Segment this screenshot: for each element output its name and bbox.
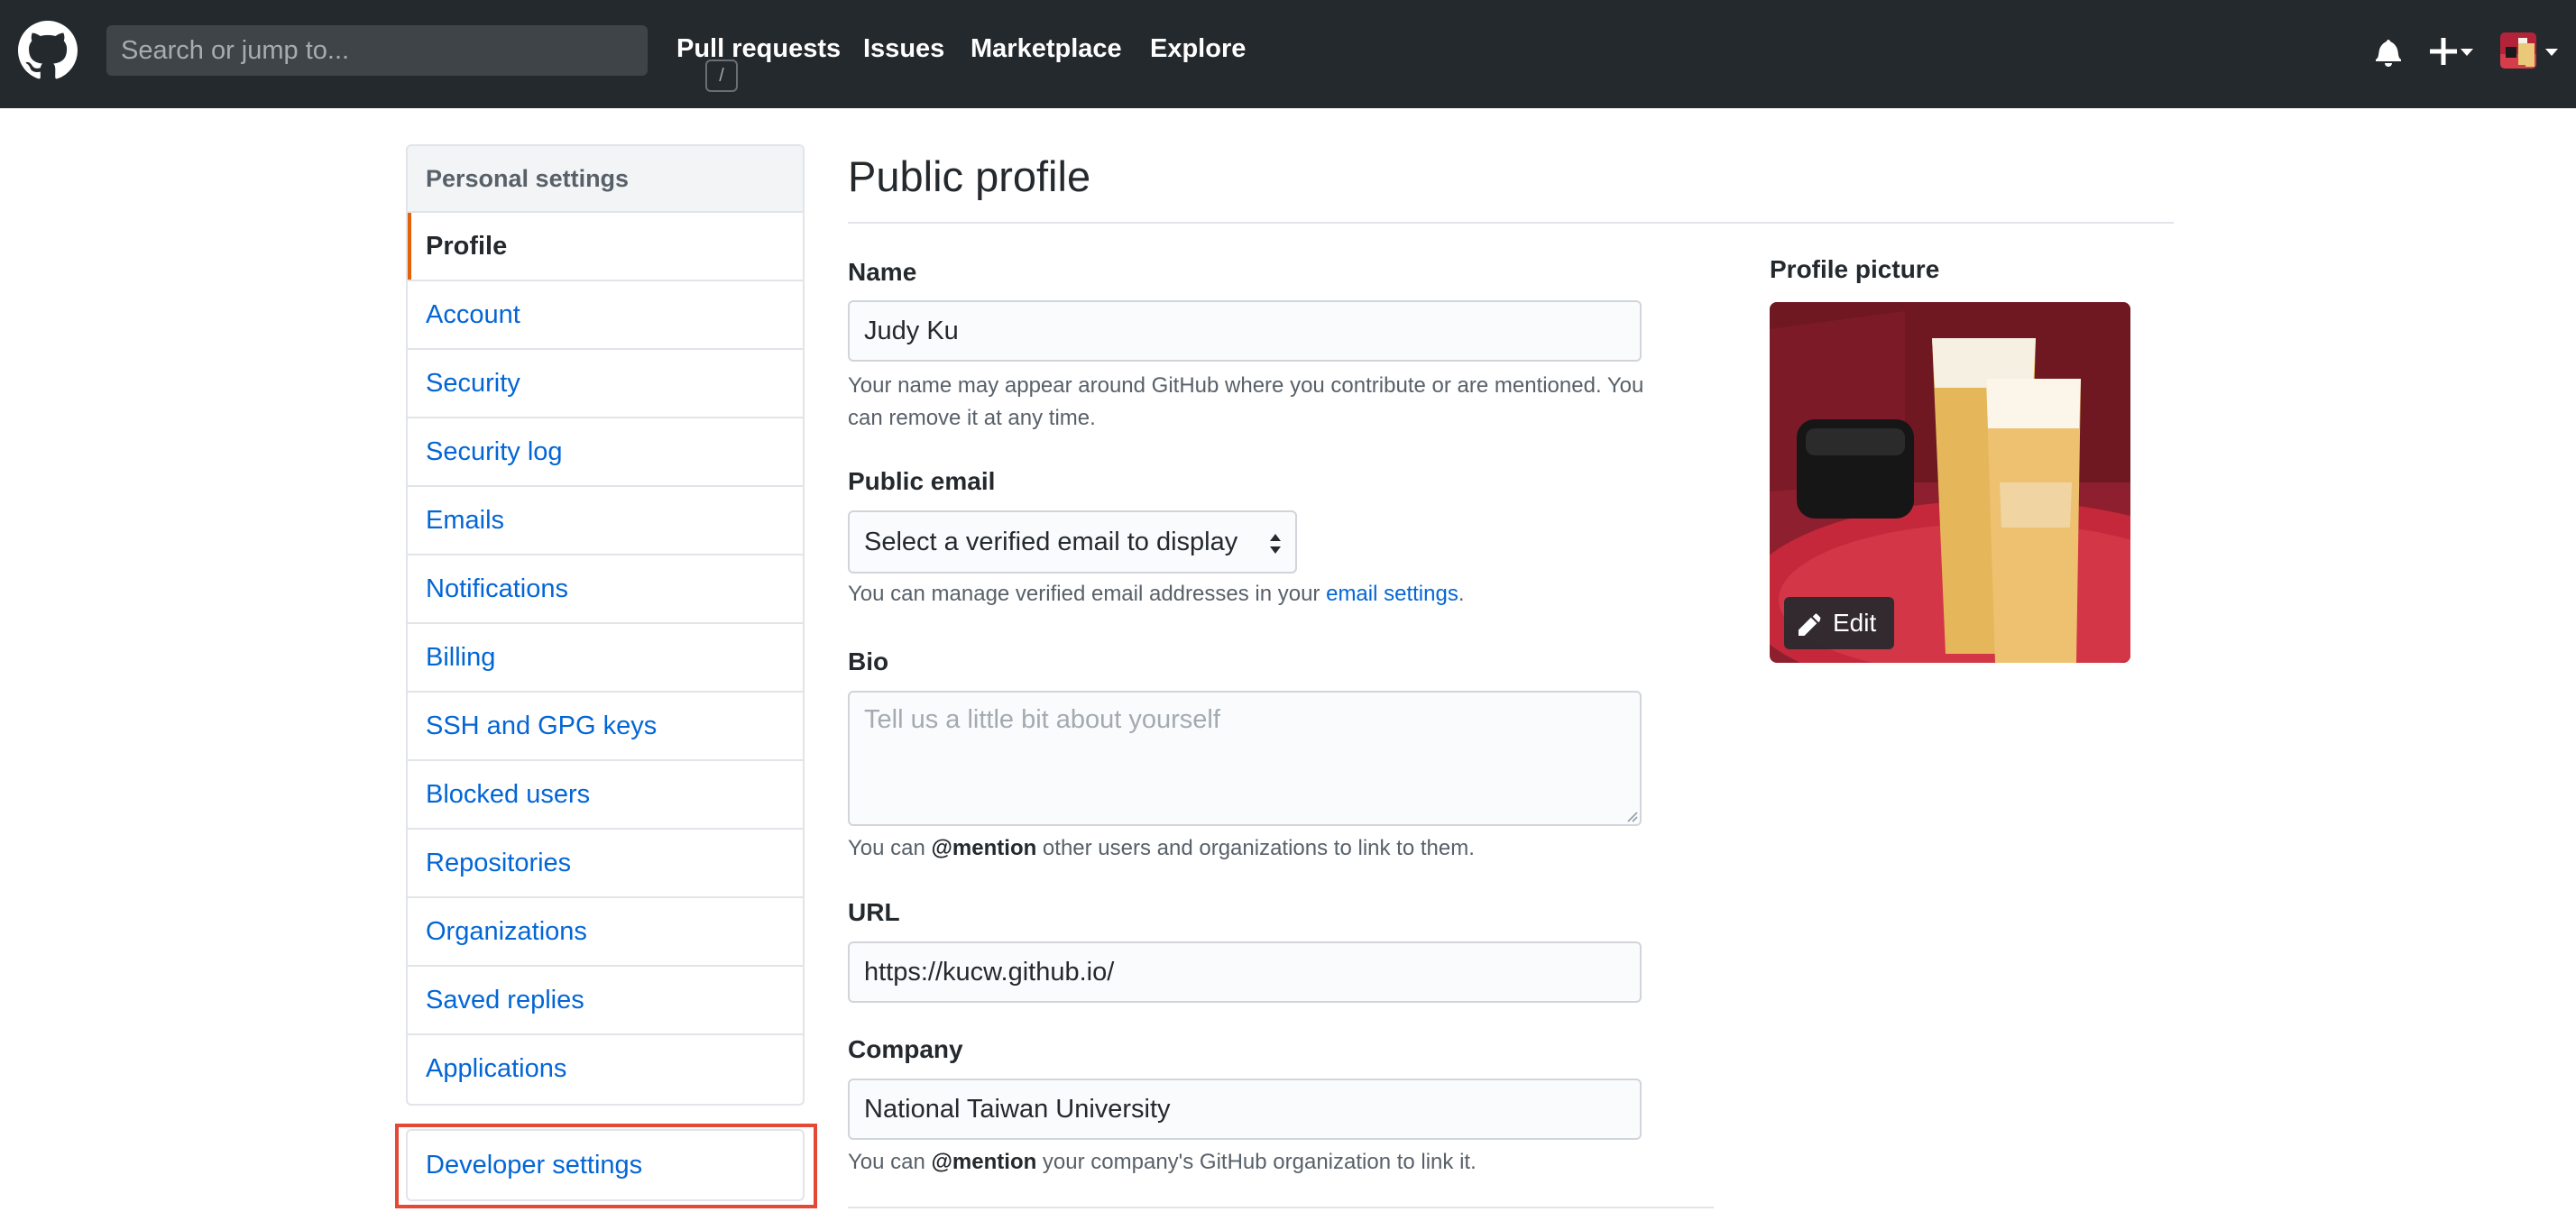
chevron-down-icon[interactable] [2461, 49, 2473, 56]
sidebar-item-developer-settings[interactable]: Developer settings [406, 1129, 805, 1201]
search-input[interactable] [121, 25, 590, 76]
edit-picture-button[interactable]: Edit [1784, 597, 1894, 649]
company-input[interactable] [848, 1079, 1642, 1140]
public-email-note: You can manage verified email addresses … [848, 578, 1465, 610]
sidebar-item-blocked-users[interactable]: Blocked users [408, 761, 803, 830]
nav-issues[interactable]: Issues [863, 34, 944, 64]
nav-marketplace[interactable]: Marketplace [971, 34, 1122, 64]
sidebar-item-ssh-gpg-keys[interactable]: SSH and GPG keys [408, 693, 803, 761]
sidebar-item-emails[interactable]: Emails [408, 487, 803, 555]
search-shortcut-key: / [705, 60, 738, 92]
bio-label: Bio [848, 647, 889, 675]
url-label: URL [848, 898, 900, 926]
bio-note-post: other users and organizations to link to… [1036, 836, 1475, 860]
public-email-select-value: Select a verified email to display [864, 528, 1238, 556]
sidebar-item-saved-replies[interactable]: Saved replies [408, 967, 803, 1035]
sidebar-item-billing[interactable]: Billing [408, 624, 803, 693]
title-divider [848, 222, 2174, 224]
company-note: You can @mention your company's GitHub o… [848, 1146, 1477, 1179]
name-note: Your name may appear around GitHub where… [848, 370, 1643, 435]
name-input[interactable] [848, 300, 1642, 362]
bio-note: You can @mention other users and organiz… [848, 832, 1475, 865]
url-input[interactable] [848, 941, 1642, 1003]
top-navbar: / Pull requests Issues Marketplace Explo… [0, 0, 2576, 108]
public-email-label: Public email [848, 467, 996, 495]
public-email-select[interactable]: Select a verified email to display [848, 510, 1297, 574]
company-note-pre: You can [848, 1150, 932, 1174]
select-arrows-icon [1270, 534, 1281, 554]
company-note-mention: @mention [931, 1150, 1037, 1174]
profile-picture-label: Profile picture [1770, 255, 1940, 283]
nav-pull-requests[interactable]: Pull requests [676, 34, 841, 64]
bio-textarea[interactable] [848, 691, 1642, 826]
settings-sidebar: Personal settings Profile Account Securi… [406, 144, 805, 1106]
sidebar-item-security[interactable]: Security [408, 350, 803, 418]
name-note-line-1: Your name may appear around GitHub where… [848, 373, 1644, 398]
email-settings-link[interactable]: email settings [1326, 582, 1458, 606]
name-note-line-2: can remove it at any time. [848, 406, 1096, 430]
section-divider [848, 1207, 1714, 1208]
email-note-text: You can manage verified email addresses … [848, 582, 1327, 606]
name-label: Name [848, 258, 917, 286]
bio-note-pre: You can [848, 836, 932, 860]
sidebar-item-profile[interactable]: Profile [408, 213, 803, 281]
sidebar-item-organizations[interactable]: Organizations [408, 898, 803, 967]
bell-icon[interactable] [2376, 38, 2401, 67]
bio-note-mention: @mention [931, 836, 1037, 860]
sidebar-item-notifications[interactable]: Notifications [408, 555, 803, 624]
sidebar-item-security-log[interactable]: Security log [408, 418, 803, 487]
page-title: Public profile [848, 152, 1091, 200]
company-note-post: your company's GitHub organization to li… [1036, 1150, 1477, 1174]
sidebar-item-account[interactable]: Account [408, 281, 803, 350]
plus-icon[interactable] [2430, 38, 2457, 65]
sidebar-heading: Personal settings [408, 146, 803, 213]
company-label: Company [848, 1035, 963, 1063]
sidebar-item-applications[interactable]: Applications [408, 1035, 803, 1104]
email-note-end: . [1458, 582, 1465, 606]
search-box[interactable]: / [106, 25, 738, 92]
sidebar-item-repositories[interactable]: Repositories [408, 830, 803, 898]
github-logo-icon[interactable] [18, 21, 78, 80]
avatar[interactable] [2500, 32, 2536, 69]
resize-grip-icon[interactable] [1625, 810, 1638, 822]
nav-explore[interactable]: Explore [1150, 34, 1246, 64]
avatar-chevron-down-icon[interactable] [2545, 49, 2558, 56]
pencil-icon [1799, 613, 1821, 636]
edit-picture-label: Edit [1833, 609, 1877, 637]
